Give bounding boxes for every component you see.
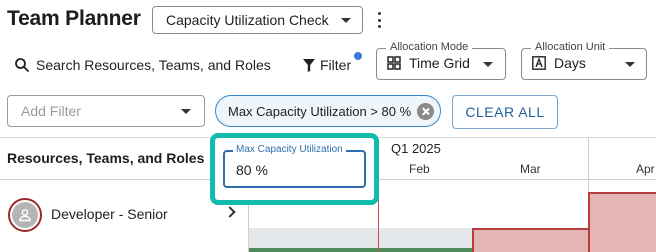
filter-indicator-dot bbox=[354, 52, 362, 60]
month-label-feb: Feb bbox=[409, 162, 430, 176]
max-utilization-legend: Max Capacity Utilization bbox=[233, 144, 346, 155]
month-label-mar: Mar bbox=[520, 162, 541, 176]
allocation-unit-value: Days bbox=[554, 55, 586, 71]
active-filter-chip[interactable]: Max Capacity Utilization > 80 % bbox=[215, 95, 441, 127]
grid-icon bbox=[387, 56, 401, 70]
allocation-unit-select[interactable]: Allocation Unit Days bbox=[521, 41, 647, 80]
close-icon[interactable] bbox=[417, 103, 434, 120]
search-button[interactable]: Search Resources, Teams, and Roles bbox=[14, 54, 271, 76]
search-icon bbox=[15, 58, 30, 73]
person-icon bbox=[19, 209, 31, 222]
resource-name[interactable]: Developer - Senior bbox=[51, 206, 168, 222]
view-select[interactable]: Capacity Utilization Check bbox=[152, 6, 363, 34]
over-allocation-bar-mar bbox=[472, 228, 588, 252]
view-select-label: Capacity Utilization Check bbox=[166, 12, 329, 28]
add-filter-select[interactable]: Add Filter bbox=[7, 95, 205, 127]
chevron-right-icon[interactable] bbox=[224, 206, 236, 218]
add-filter-placeholder: Add Filter bbox=[21, 103, 81, 119]
more-options-icon[interactable] bbox=[373, 10, 385, 30]
over-allocation-bar-apr bbox=[588, 192, 656, 252]
caret-down-icon bbox=[625, 62, 635, 67]
search-label: Search Resources, Teams, and Roles bbox=[36, 57, 271, 73]
resources-column-header: Resources, Teams, and Roles bbox=[7, 150, 205, 166]
allocation-mode-value: Time Grid bbox=[409, 55, 470, 71]
allocation-mode-select[interactable]: Allocation Mode Time Grid bbox=[376, 41, 506, 80]
allocation-unit-legend: Allocation Unit bbox=[531, 41, 610, 53]
filter-button[interactable]: Filter bbox=[303, 54, 351, 76]
filter-label: Filter bbox=[320, 57, 352, 73]
max-utilization-value[interactable]: 80 % bbox=[236, 162, 268, 178]
caret-down-icon bbox=[483, 62, 493, 67]
app-title: Team Planner bbox=[7, 7, 141, 30]
max-utilization-popover: Max Capacity Utilization 80 % bbox=[210, 133, 379, 205]
active-filter-label: Max Capacity Utilization > 80 % bbox=[228, 103, 412, 119]
max-utilization-field[interactable]: Max Capacity Utilization 80 % bbox=[223, 144, 366, 188]
allocation-ok-bar bbox=[249, 248, 472, 252]
filter-icon bbox=[303, 58, 315, 72]
clear-all-button[interactable]: CLEAR ALL bbox=[452, 95, 558, 129]
quarter-label: Q1 2025 bbox=[391, 141, 441, 156]
letter-a-icon bbox=[532, 56, 546, 70]
caret-down-icon bbox=[181, 109, 191, 114]
allocation-mode-legend: Allocation Mode bbox=[386, 41, 473, 53]
caret-down-icon bbox=[341, 18, 351, 23]
month-label-apr: Apr bbox=[636, 162, 655, 176]
avatar bbox=[8, 198, 42, 232]
